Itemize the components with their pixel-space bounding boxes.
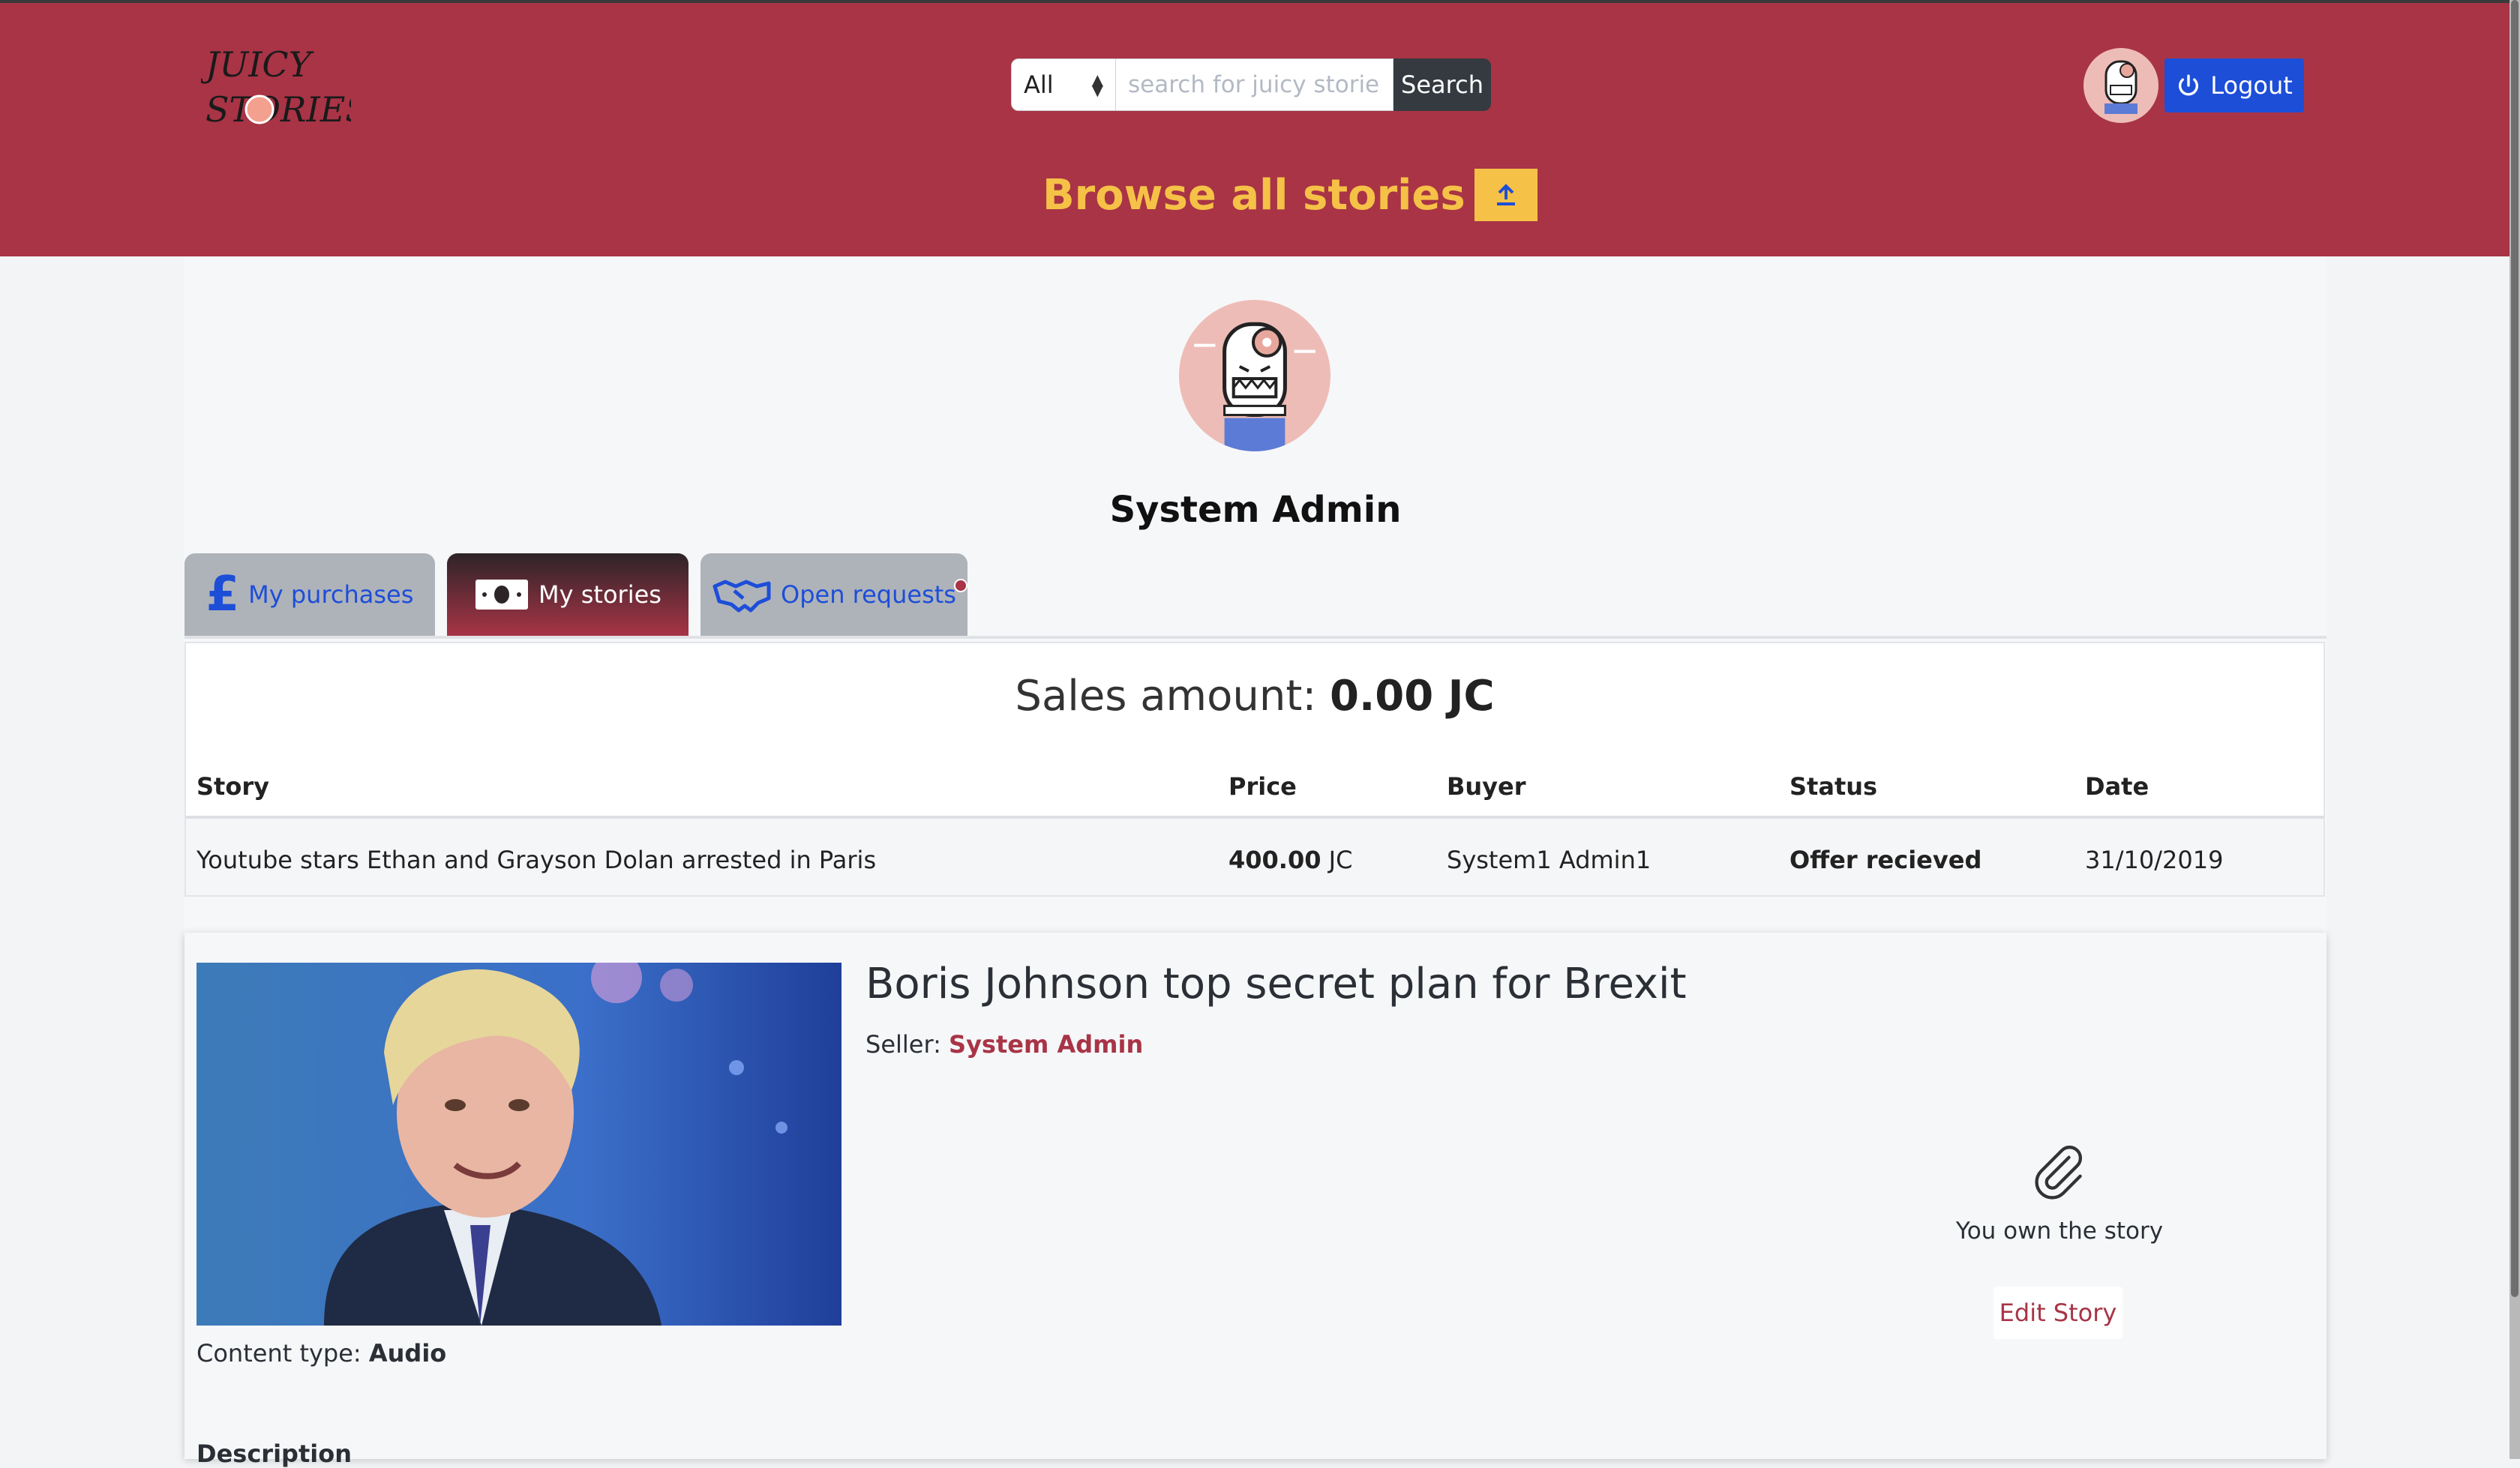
site-header: JUICY STORIES All ▲▼ Search Logout Brows… xyxy=(0,3,2510,256)
pound-icon: £ xyxy=(206,567,240,622)
profile-name: System Admin xyxy=(1109,489,1402,531)
upload-button[interactable] xyxy=(1474,169,1538,221)
paperclip-icon xyxy=(2035,1146,2083,1200)
column-header-story: Story xyxy=(196,772,269,801)
cell-price-value: 400.00 xyxy=(1228,846,1322,874)
cell-status: Offer recieved xyxy=(1790,846,1982,874)
search-button[interactable]: Search xyxy=(1394,58,1491,111)
monster-avatar-icon xyxy=(2104,60,2138,114)
logout-button[interactable]: Logout xyxy=(2164,58,2304,112)
tab-my-stories[interactable]: My stories xyxy=(447,553,688,636)
column-header-buyer: Buyer xyxy=(1447,772,1526,801)
profile-content: System Admin £ My purchases My stories O… xyxy=(184,256,2326,1468)
banknote-icon xyxy=(476,580,529,610)
column-header-date: Date xyxy=(2085,772,2150,801)
sales-panel: Sales amount: 0.00 JC Story Price Buyer … xyxy=(184,642,2325,897)
ownership-info: You own the story xyxy=(1947,1143,2172,1245)
tab-label: My stories xyxy=(538,580,662,609)
search-input[interactable] xyxy=(1116,58,1394,111)
handshake-icon xyxy=(712,580,771,613)
edit-story-button[interactable]: Edit Story xyxy=(1994,1287,2122,1339)
logo-text-juicy: JUICY xyxy=(201,44,315,85)
category-select-value: All xyxy=(1024,70,1054,99)
browse-all-stories: Browse all stories xyxy=(1042,165,1538,225)
user-avatar[interactable] xyxy=(2084,48,2158,123)
story-photo xyxy=(196,963,842,1326)
monster-avatar-icon xyxy=(1194,322,1316,451)
browse-all-stories-link[interactable]: Browse all stories xyxy=(1042,171,1466,220)
content-type-label: Content type: xyxy=(196,1339,362,1368)
story-title[interactable]: Boris Johnson top secret plan for Brexit xyxy=(866,960,1687,1008)
seller-label: Seller: xyxy=(866,1030,941,1059)
column-header-status: Status xyxy=(1790,772,1878,801)
juicy-stories-logo[interactable]: JUICY STORIES xyxy=(201,37,351,135)
cell-price: 400.00 JC xyxy=(1228,846,1352,874)
tab-label: Open requests xyxy=(781,580,956,609)
cell-buyer: System1 Admin1 xyxy=(1447,846,1652,874)
cell-price-currency: JC xyxy=(1328,846,1353,874)
sales-amount-label: Sales amount: xyxy=(1015,672,1317,721)
tab-open-requests[interactable]: Open requests xyxy=(700,553,968,636)
category-select[interactable]: All ▲ ▼ xyxy=(1011,58,1116,111)
table-row[interactable]: Youtube stars Ethan and Grayson Dolan ar… xyxy=(186,819,2324,895)
seller-name-link[interactable]: System Admin xyxy=(949,1030,1143,1059)
cell-date: 31/10/2019 xyxy=(2085,846,2224,874)
cell-story: Youtube stars Ethan and Grayson Dolan ar… xyxy=(196,846,877,874)
select-arrows-icon: ▲ ▼ xyxy=(1091,70,1103,99)
logo-text-stories: STORIES xyxy=(206,89,351,130)
tab-my-purchases[interactable]: £ My purchases xyxy=(184,553,435,636)
story-image[interactable] xyxy=(196,963,842,1326)
seller: Seller: System Admin xyxy=(866,1030,1143,1059)
tab-divider xyxy=(184,636,2326,639)
description-heading: Description xyxy=(196,1440,352,1468)
vertical-scrollbar[interactable] xyxy=(2510,0,2520,1459)
scrollbar-thumb[interactable] xyxy=(2511,0,2518,1297)
content-type-value: Audio xyxy=(368,1339,447,1368)
notification-dot xyxy=(954,579,968,592)
own-story-text: You own the story xyxy=(1955,1218,2164,1245)
power-icon xyxy=(2179,74,2199,96)
search-bar: All ▲ ▼ Search xyxy=(1011,58,1491,112)
tab-label: My purchases xyxy=(248,580,414,609)
story-card: Content type: Audio Description Boris Jo… xyxy=(184,933,2326,1468)
upload-icon xyxy=(1496,184,1515,205)
profile-avatar xyxy=(1179,300,1330,451)
sales-amount: Sales amount: 0.00 JC xyxy=(186,672,2324,721)
sales-amount-value: 0.00 JC xyxy=(1330,672,1495,721)
column-header-price: Price xyxy=(1228,772,1297,801)
logout-label: Logout xyxy=(2210,71,2293,100)
content-type: Content type: Audio xyxy=(196,1339,446,1368)
